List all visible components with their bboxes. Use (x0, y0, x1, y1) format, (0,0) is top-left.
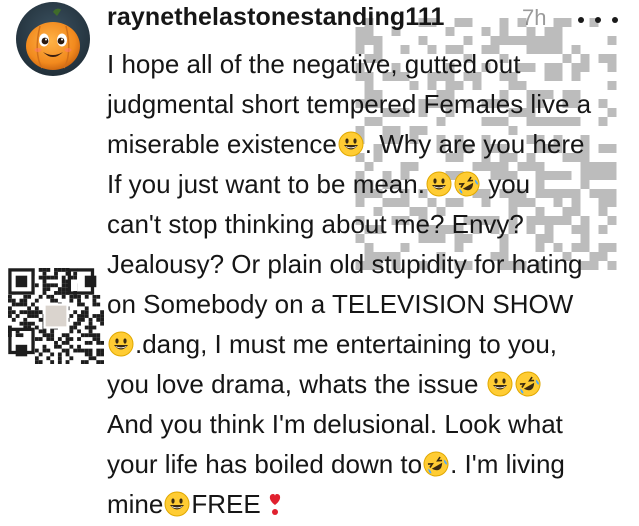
comment-line-text: . I'm living (450, 449, 565, 479)
avatar[interactable] (16, 2, 90, 76)
comment-line-text: . Why are you here (364, 129, 585, 159)
rolling-laughing-face-icon (423, 451, 449, 477)
comment-line-text: Jealousy? Or plain old stupidity for hat… (107, 249, 583, 279)
comment-line-text: you (480, 169, 531, 199)
comment-line-text: And you think I'm delusional. Look what (107, 409, 563, 439)
comment-line-text: .dang, I must me entertaining to you, (135, 329, 558, 359)
comment-line-text: miserable existence (107, 129, 337, 159)
comment-line: Jealousy? Or plain old stupidity for hat… (107, 244, 583, 284)
grinning-face-icon (426, 171, 452, 197)
comment-line-text: mine (107, 489, 164, 519)
comment-line: can't stop thinking about me? Envy? (107, 204, 524, 244)
rolling-laughing-face-icon (454, 171, 480, 197)
red-heart-exclamation-icon (262, 491, 288, 517)
comment-line: I hope all of the negative, gutted out (107, 44, 520, 84)
grinning-face-icon (338, 131, 364, 157)
comment-line: judgmental short tempered Females live a (107, 84, 591, 124)
comment-line: mine FREE (107, 484, 289, 524)
comment: raynethelastonestanding111 7h I hope all… (0, 0, 639, 526)
comment-line-text: you love drama, whats the issue (107, 369, 486, 399)
pumpkin-avatar-icon (16, 2, 90, 76)
comment-line: .dang, I must me entertaining to you, (107, 324, 557, 364)
comment-line-text: your life has boiled down to (107, 449, 423, 479)
grinning-face-icon (164, 491, 190, 517)
more-options-icon[interactable] (578, 10, 618, 30)
comment-line: on Somebody on a TELEVISION SHOW (107, 284, 573, 324)
comment-line: If you just want to be mean. you (107, 164, 530, 204)
grinning-face-icon (487, 371, 513, 397)
comment-line-text: can't stop thinking about me? Envy? (107, 209, 524, 239)
comment-line-text: If you just want to be mean. (107, 169, 425, 199)
comment-line-text: I hope all of the negative, gutted out (107, 49, 521, 79)
grinning-face-icon (108, 331, 134, 357)
comment-line-text: on Somebody on a TELEVISION SHOW (107, 289, 574, 319)
comment-line-text: FREE (191, 489, 261, 519)
qr-code-icon (8, 268, 104, 364)
comment-line: miserable existence . Why are you here (107, 124, 584, 164)
comment-line-text: judgmental short tempered Females live a (107, 89, 592, 119)
timestamp: 7h (522, 5, 547, 30)
comment-line: your life has boiled down to . I'm living (107, 444, 565, 484)
comment-line: And you think I'm delusional. Look what (107, 404, 563, 444)
comment-line: you love drama, whats the issue (107, 364, 542, 404)
username[interactable]: raynethelastonestanding111 (107, 3, 444, 32)
rolling-laughing-face-icon (515, 371, 541, 397)
